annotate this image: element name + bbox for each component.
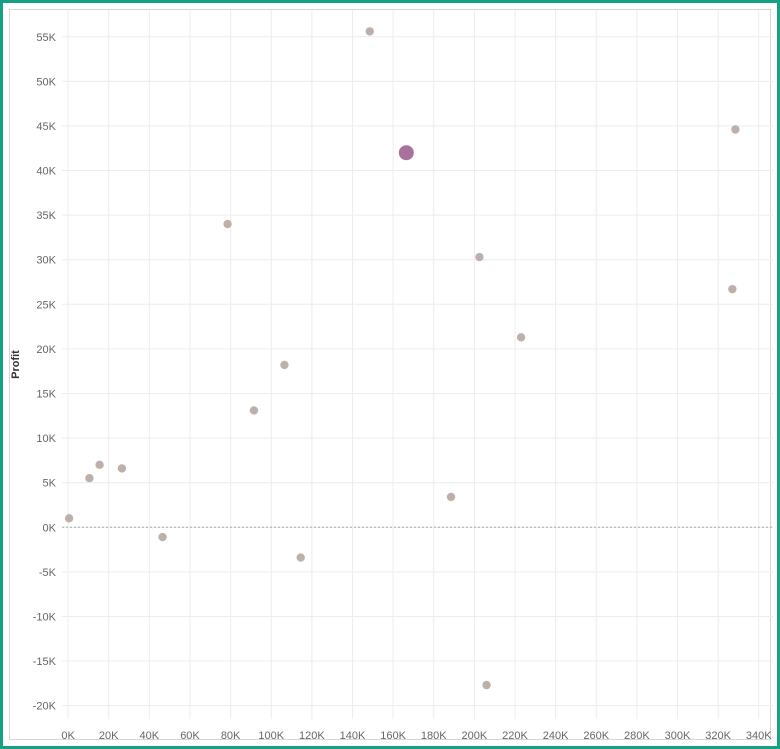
grid	[62, 10, 773, 719]
data-point[interactable]	[482, 680, 491, 690]
x-tick-label: 0K	[61, 730, 75, 742]
data-point[interactable]	[117, 464, 127, 473]
y-tick-label: 10K	[36, 433, 56, 445]
scatter-chart: 0K 20K 40K 60K 80K 100K 120K 140K 160K 180K 200K 22…	[10, 10, 773, 742]
y-tick-label: 25K	[36, 299, 56, 311]
data-point[interactable]	[64, 514, 74, 523]
y-tick-label: 30K	[36, 255, 56, 267]
x-tick-label: 320K	[705, 730, 731, 742]
x-tick-label: 280K	[624, 730, 650, 742]
y-tick-label: -5K	[39, 567, 57, 579]
y-tick-label: 20K	[36, 344, 56, 356]
y-axis-title: Profit	[10, 350, 22, 379]
x-axis: 0K 20K 40K 60K 80K 100K 120K 140K 160K 180K 200K 22…	[61, 730, 772, 742]
data-point[interactable]	[731, 125, 740, 134]
y-tick-label: -15K	[33, 656, 57, 668]
y-tick-label: 40K	[36, 166, 56, 178]
y-tick-label: 35K	[36, 210, 56, 222]
data-point[interactable]	[296, 553, 305, 562]
x-tick-label: 180K	[421, 730, 447, 742]
x-tick-label: 340K	[746, 730, 772, 742]
x-tick-label: 240K	[543, 730, 569, 742]
data-point[interactable]	[85, 474, 94, 483]
data-point[interactable]	[158, 532, 167, 542]
y-tick-label: 0K	[43, 522, 57, 534]
data-point[interactable]	[249, 406, 259, 415]
y-tick-label: -20K	[33, 701, 57, 713]
y-tick-label: 15K	[36, 388, 56, 400]
data-point[interactable]	[475, 252, 484, 262]
data-point[interactable]	[728, 284, 737, 294]
x-tick-label: 160K	[380, 730, 406, 742]
x-tick-label: 40K	[140, 730, 160, 742]
x-tick-label: 200K	[462, 730, 488, 742]
y-tick-label: 55K	[36, 32, 56, 44]
data-point[interactable]	[95, 460, 104, 470]
y-tick-label: 5K	[43, 478, 57, 490]
x-tick-label: 300K	[665, 730, 691, 742]
x-tick-label: 100K	[258, 730, 284, 742]
data-point[interactable]	[280, 360, 289, 370]
data-point[interactable]	[365, 27, 374, 36]
y-axis: -20K -15K -10K -5K 0K 5K 10K 15K 20K 25K 30K 35K 40K…	[33, 32, 57, 713]
x-tick-label: 140K	[340, 730, 366, 742]
x-tick-label: 260K	[583, 730, 609, 742]
data-point[interactable]	[223, 219, 232, 229]
data-points	[64, 27, 740, 690]
x-tick-label: 120K	[299, 730, 325, 742]
x-tick-label: 60K	[180, 730, 200, 742]
x-tick-label: 20K	[99, 730, 119, 742]
y-tick-label: -10K	[33, 611, 57, 623]
y-tick-label: 50K	[36, 76, 56, 88]
data-point[interactable]	[446, 492, 456, 502]
y-tick-label: 45K	[36, 121, 56, 133]
x-tick-label: 80K	[221, 730, 241, 742]
x-tick-label: 220K	[502, 730, 528, 742]
data-point[interactable]	[516, 333, 526, 342]
highlighted-data-point[interactable]	[398, 145, 414, 161]
